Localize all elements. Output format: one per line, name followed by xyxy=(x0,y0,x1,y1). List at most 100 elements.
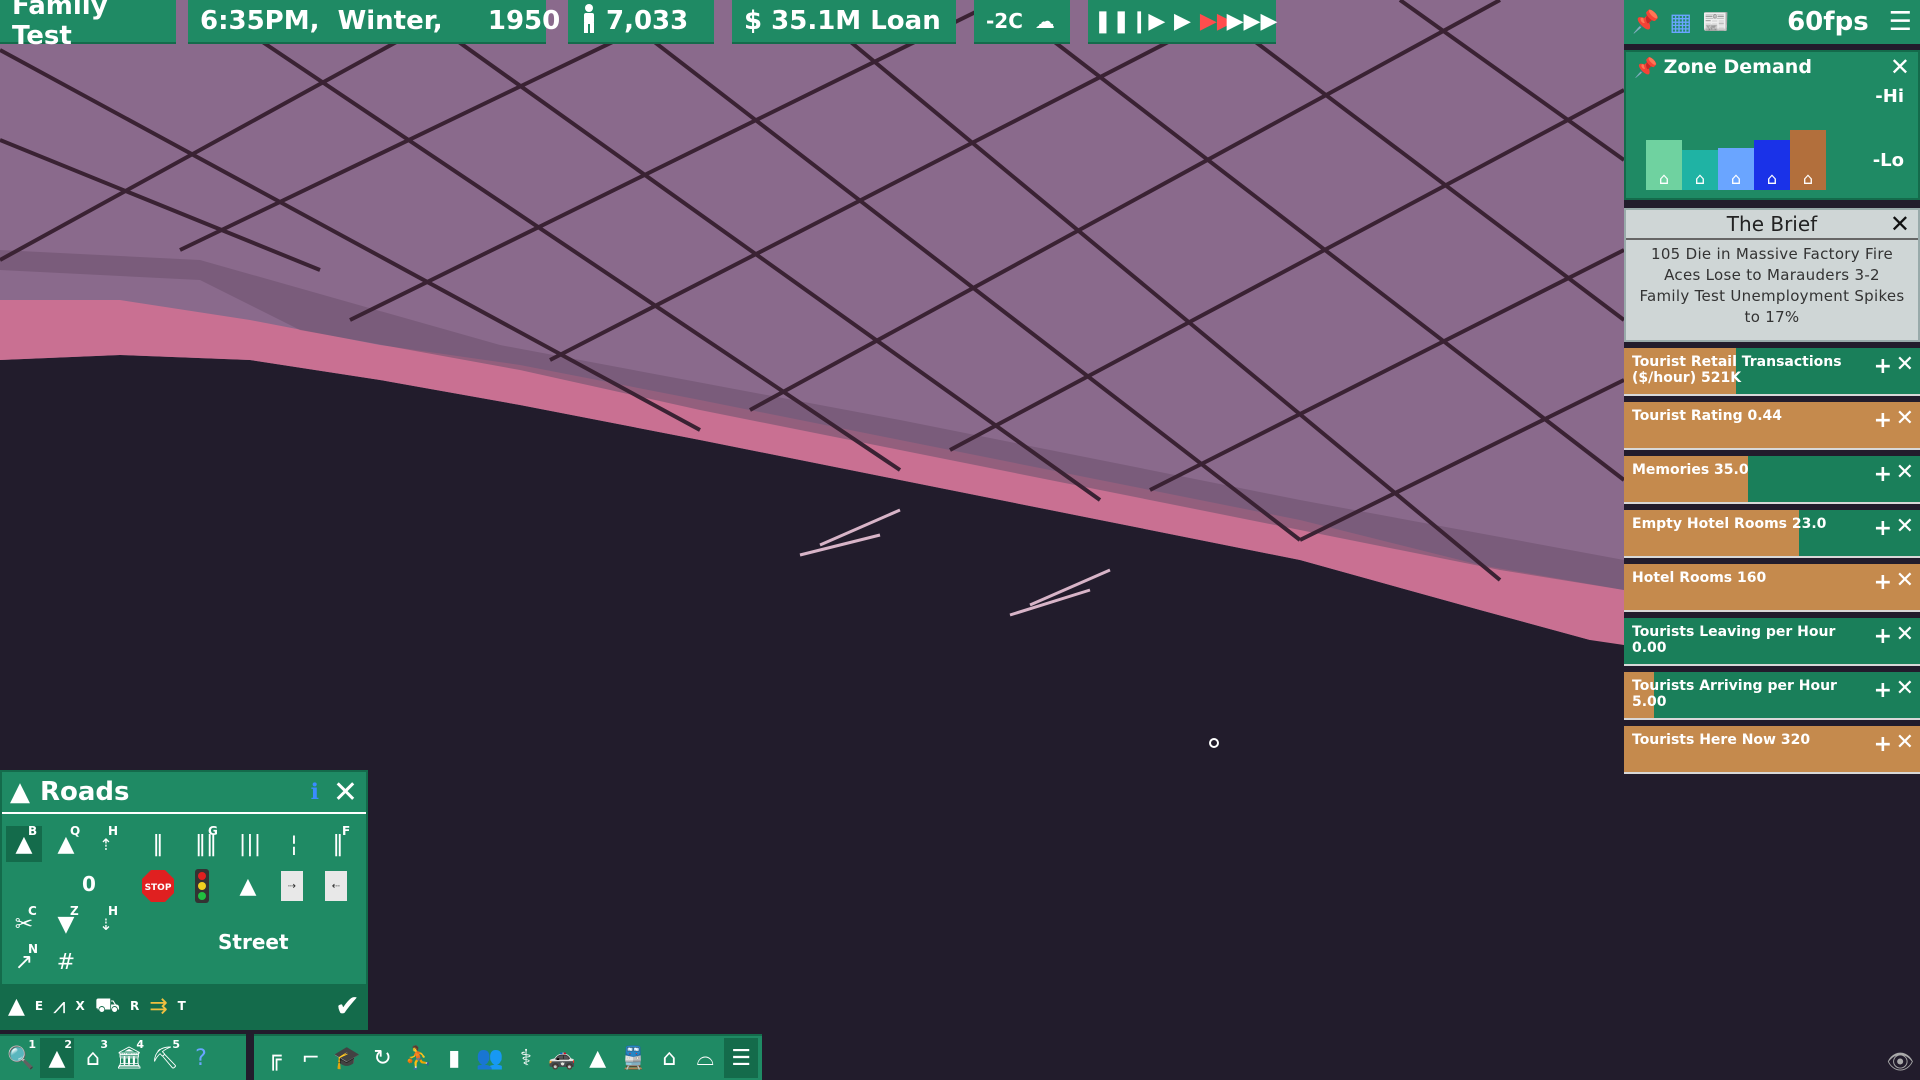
plus-icon[interactable]: + xyxy=(1874,570,1892,595)
boulevard-type[interactable]: ||| xyxy=(232,826,268,862)
bridge-tool[interactable]: ⩘ xyxy=(53,994,65,1019)
budget-button[interactable]: $ 35.1M Loan xyxy=(732,0,956,44)
weather-display[interactable]: -2C ☁ xyxy=(974,0,1070,44)
grid-tool[interactable]: # xyxy=(48,944,84,980)
close-icon[interactable]: ✕ xyxy=(1896,352,1914,377)
close-icon[interactable]: ✕ xyxy=(1896,514,1914,539)
buildings-tool-icon[interactable]: 🏛 4 xyxy=(112,1038,146,1078)
stat-row[interactable]: Tourists Arriving per Hour 5.00 + ✕ xyxy=(1624,672,1920,720)
close-icon[interactable]: ✕ xyxy=(1896,622,1914,647)
monument-icon[interactable]: ▮ xyxy=(437,1038,471,1078)
amenities-icon[interactable]: ⌓ xyxy=(688,1038,722,1078)
population-display[interactable]: 7,033 xyxy=(568,0,714,44)
close-icon[interactable]: ✕ xyxy=(333,775,358,810)
stat-row[interactable]: Tourists Here Now 320 + ✕ xyxy=(1624,726,1920,774)
lo-label: -Lo xyxy=(1872,150,1904,171)
stat-row[interactable]: Empty Hotel Rooms 23.0 + ✕ xyxy=(1624,510,1920,558)
stat-label: Tourist Retail Transactions ($/hour) 521… xyxy=(1632,354,1842,386)
zone-bar-office[interactable]: ⌂ xyxy=(1754,140,1790,190)
stat-row[interactable]: Memories 35.0 + ✕ xyxy=(1624,456,1920,504)
close-icon[interactable]: ✕ xyxy=(1896,406,1914,431)
newspaper-icon[interactable]: 📰 xyxy=(1702,10,1729,35)
grid-icon[interactable]: ▦ xyxy=(1669,8,1692,36)
zone-bar-retail[interactable]: ⌂ xyxy=(1718,148,1754,190)
close-icon[interactable]: ✕ xyxy=(1896,730,1914,755)
brief-title: The Brief xyxy=(1726,212,1818,236)
fastest-icon[interactable]: ▶▶▶ xyxy=(1227,3,1278,39)
close-icon[interactable]: ✕ xyxy=(1890,210,1910,238)
height-tool-2[interactable]: ⇣ xyxy=(88,906,124,942)
step-icon[interactable]: ❙▶ xyxy=(1130,3,1165,39)
tree-tool[interactable]: ▲ xyxy=(230,868,266,904)
pause-icon[interactable]: ❚❚ xyxy=(1094,3,1131,39)
recreation-icon[interactable]: ⛹ xyxy=(401,1038,435,1078)
headline[interactable]: 105 Die in Massive Factory Fire xyxy=(1634,244,1910,265)
stat-row[interactable]: Tourist Retail Transactions ($/hour) 521… xyxy=(1624,348,1920,396)
zone-bar-industrial[interactable]: ⌂ xyxy=(1790,130,1826,190)
pin-icon[interactable]: 📌 xyxy=(1634,56,1658,79)
avenue-type[interactable]: ‖‖ xyxy=(188,826,224,862)
city-name: Family Test xyxy=(12,0,108,51)
community-icon[interactable]: 👥 xyxy=(473,1038,507,1078)
plus-icon[interactable]: + xyxy=(1874,732,1892,757)
close-icon[interactable]: ✕ xyxy=(1896,460,1914,485)
plus-icon[interactable]: + xyxy=(1874,516,1892,541)
road-count: 0 xyxy=(82,872,96,896)
confirm-icon[interactable]: ✔ xyxy=(335,989,360,1024)
plus-icon[interactable]: + xyxy=(1874,624,1892,649)
height-tool[interactable]: ⇡ xyxy=(88,826,124,862)
housing-icon[interactable]: ⌂ xyxy=(652,1038,686,1078)
highway-type[interactable]: ‖ xyxy=(320,826,356,862)
roads-icon[interactable]: ▲ xyxy=(581,1038,615,1078)
play-icon[interactable]: ▶ xyxy=(1165,3,1199,39)
datetime-display[interactable]: 6:35PM, Winter, 1950 xyxy=(188,0,560,44)
menu-icon[interactable]: ☰ xyxy=(1889,7,1912,37)
bus-tool[interactable]: ⛟ xyxy=(95,993,120,1020)
alley-type[interactable]: ¦ xyxy=(276,826,312,862)
bulldoze-tool-icon[interactable]: ⛏ 5 xyxy=(148,1038,182,1078)
road-cone-tool[interactable]: ▲ xyxy=(8,994,25,1019)
plus-icon[interactable]: + xyxy=(1874,408,1892,433)
power-icon[interactable]: ⌐ xyxy=(294,1038,328,1078)
close-icon[interactable]: ✕ xyxy=(1890,53,1910,81)
eye-icon[interactable]: 👁 xyxy=(1886,1050,1914,1075)
plus-icon[interactable]: + xyxy=(1874,354,1892,379)
transit-icon[interactable]: 🚆 xyxy=(617,1038,651,1078)
headline[interactable]: Aces Lose to Marauders 3-2 xyxy=(1634,265,1910,286)
zones-tool-icon[interactable]: ⌂ 3 xyxy=(76,1038,110,1078)
education-icon[interactable]: 🎓 xyxy=(330,1038,364,1078)
city-name-button[interactable]: Family Test xyxy=(0,0,176,51)
pipe-icon[interactable]: ╔ xyxy=(258,1038,292,1078)
traffic-light-tool[interactable] xyxy=(184,868,220,904)
headline[interactable]: Family Test Unemployment Spikes to 17% xyxy=(1634,286,1910,328)
roads-tool-icon[interactable]: ▲ 2 xyxy=(40,1038,74,1078)
info-icon[interactable]: ℹ xyxy=(311,780,319,805)
street-type[interactable]: ‖ xyxy=(140,826,176,862)
one-way-tool[interactable]: ⇢ xyxy=(281,871,303,901)
police-icon[interactable]: 🚓 xyxy=(545,1038,579,1078)
help-icon[interactable]: ? xyxy=(184,1038,218,1078)
hotkey-4: 4 xyxy=(136,1038,144,1051)
stat-label: Tourists Arriving per Hour 5.00 xyxy=(1632,678,1837,710)
zone-demand-header: 📌 Zone Demand ✕ xyxy=(1626,52,1918,82)
plus-icon[interactable]: + xyxy=(1874,678,1892,703)
stat-row[interactable]: Tourist Rating 0.44 + ✕ xyxy=(1624,402,1920,450)
health-icon[interactable]: ⚕ xyxy=(509,1038,543,1078)
one-way-reverse-tool[interactable]: ⇠ xyxy=(325,871,347,901)
park-icon[interactable]: ↻ xyxy=(366,1038,400,1078)
road-cone-icon: ▲ xyxy=(10,777,30,807)
transit-tool[interactable]: ⇉ xyxy=(149,994,167,1019)
query-tool-icon[interactable]: 🔍 1 xyxy=(4,1038,38,1078)
stat-row[interactable]: Tourists Leaving per Hour 0.00 + ✕ xyxy=(1624,618,1920,666)
plus-icon[interactable]: + xyxy=(1874,462,1892,487)
roads-panel: ▲ Roads ℹ ✕ ▲ B ▲ Q ⇡ H ‖ ‖‖ G ||| ¦ ‖ F… xyxy=(0,770,368,1030)
hotkey-r: R xyxy=(129,999,140,1013)
stat-row[interactable]: Hotel Rooms 160 + ✕ xyxy=(1624,564,1920,612)
zone-bar-residential-low[interactable]: ⌂ xyxy=(1646,140,1682,190)
news-icon[interactable]: ☰ xyxy=(724,1038,759,1078)
close-icon[interactable]: ✕ xyxy=(1896,676,1914,701)
stop-sign-tool[interactable]: STOP xyxy=(140,868,176,904)
pin-icon[interactable]: 📌 xyxy=(1632,10,1659,35)
close-icon[interactable]: ✕ xyxy=(1896,568,1914,593)
zone-bar-residential-high[interactable]: ⌂ xyxy=(1682,150,1718,190)
